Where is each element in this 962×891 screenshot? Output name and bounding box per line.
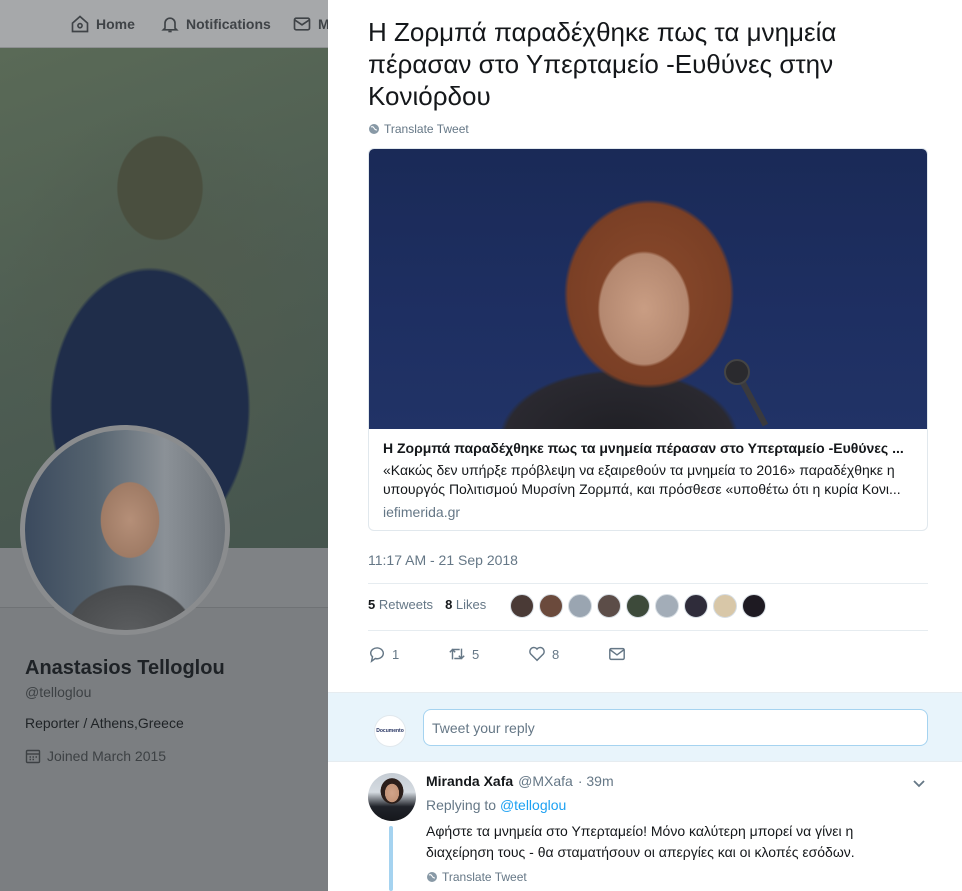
replying-to-prefix: Replying to [426,797,497,813]
liker-avatar[interactable] [655,594,679,618]
translate-tweet-link[interactable]: Translate Tweet [368,122,469,136]
likes-stat[interactable]: 8 Likes [445,597,486,612]
liker-avatar[interactable] [568,594,592,618]
tweet-stats: 5 Retweets 8 Likes [368,597,486,612]
liker-avatar[interactable] [539,594,563,618]
reply-translate-label: Translate Tweet [442,870,527,884]
liker-avatar[interactable] [510,594,534,618]
envelope-icon [609,647,625,661]
reply-count: 1 [392,646,400,662]
likes-label: Likes [455,597,487,612]
home-icon [71,15,89,33]
reply-text: Αφήστε τα μνημεία στο Υπερταμείο! Μόνο κ… [426,823,855,860]
calendar-icon [25,749,41,764]
translate-tweet-label: Translate Tweet [384,122,469,136]
account-avatar-logo: Documento [374,715,406,747]
heart-icon [529,646,545,662]
nav-home[interactable]: Home [70,14,135,34]
tweet-timestamp[interactable]: 11:17 AM - 21 Sep 2018 [368,552,518,568]
likes-count: 8 [445,597,453,612]
chevron-down-icon[interactable] [911,775,927,791]
profile-handle[interactable]: @telloglou [25,684,91,700]
liker-avatar[interactable] [626,594,650,618]
reply-composer: Documento Tweet your reply [328,692,962,762]
retweet-button[interactable]: 5 [448,645,528,663]
retweets-stat[interactable]: 5 Retweets [368,597,433,612]
like-button[interactable]: 8 [528,645,608,663]
globe-icon [427,872,437,882]
like-count: 8 [552,646,560,662]
nav-messages[interactable]: M [292,14,330,34]
divider [368,583,928,584]
reply-icon [369,647,384,663]
reply-thread-line [389,826,393,891]
profile-avatar[interactable] [20,425,230,635]
profile-joined-text: Joined March 2015 [47,748,167,764]
replying-to: Replying to @telloglou [426,797,566,813]
envelope-icon [293,17,311,31]
link-preview-card[interactable]: Η Ζορμπά παραδέχθηκε πως τα μνημεία πέρα… [368,148,928,531]
liker-avatar[interactable] [742,594,766,618]
card-image [369,149,927,429]
profile-name[interactable]: Anastasios Telloglou [25,657,225,680]
reply-translate-link[interactable]: Translate Tweet [426,870,527,884]
tweet-actions: 1 5 8 [368,645,688,663]
reply-input[interactable]: Tweet your reply [423,709,928,746]
nav-notifications[interactable]: Notifications [160,14,271,34]
replying-to-handle[interactable]: @telloglou [500,797,566,813]
nav-notifications-label: Notifications [186,16,271,32]
liker-avatars [510,594,766,618]
bell-icon [161,17,179,33]
tweet-permalink-overlay: Η Ζορμπά παραδέχθηκε πως τα μνημεία πέρα… [328,0,962,891]
reply-author-name: Miranda Xafa [426,773,514,789]
direct-message-button[interactable] [608,645,688,663]
globe-icon [369,124,379,134]
tweet-text: Η Ζορμπά παραδέχθηκε πως τα μνημεία πέρα… [368,17,837,111]
card-domain: iefimerida.gr [383,504,461,520]
microphone-icon [724,359,750,385]
card-body: Η Ζορμπά παραδέχθηκε πως τα μνημεία πέρα… [369,429,927,530]
microphone-stem [739,379,769,427]
profile-joined: Joined March 2015 [25,748,166,764]
liker-avatar[interactable] [684,594,708,618]
retweet-count: 5 [472,646,480,662]
reply-author[interactable]: Miranda Xafa @MXafa · 39m [426,773,614,789]
liker-avatar[interactable] [597,594,621,618]
card-description: «Κακώς δεν υπήρξε πρόβλεψη να εξαιρεθούν… [383,462,901,497]
retweet-icon [449,648,465,660]
profile-bio: Reporter / Athens,Greece [25,715,184,731]
nav-home-label: Home [96,16,135,32]
card-title: Η Ζορμπά παραδέχθηκε πως τα μνημεία πέρα… [383,440,904,456]
retweets-count: 5 [368,597,376,612]
retweets-label: Retweets [378,597,434,612]
reply-time[interactable]: · 39m [578,773,614,789]
divider [368,630,928,631]
liker-avatar[interactable] [713,594,737,618]
reply-author-avatar[interactable] [368,773,416,821]
reply-author-handle: @MXafa [518,773,573,789]
reply-button[interactable]: 1 [368,645,448,663]
